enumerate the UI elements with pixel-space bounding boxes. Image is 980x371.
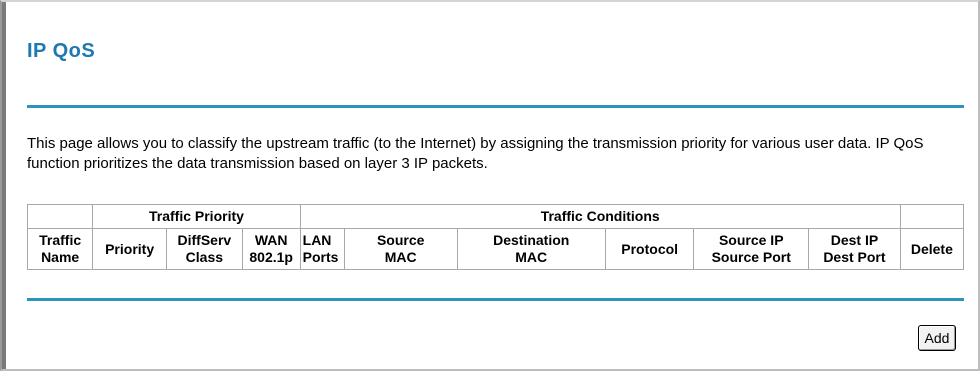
add-button[interactable]: Add <box>918 325 956 351</box>
column-header-traffic-name: Traffic Name <box>26 228 94 270</box>
column-header-delete: Delete <box>899 228 965 270</box>
column-header-protocol: Protocol <box>604 228 695 270</box>
column-header-priority: Priority <box>92 228 167 270</box>
group-header-traffic-conditions: Traffic Conditions <box>299 204 901 229</box>
panel-left-border <box>2 2 6 369</box>
group-header-empty-right <box>899 204 965 229</box>
column-header-source-mac: Source MAC <box>343 228 458 270</box>
table-column-header-row: Traffic Name Priority DiffServ Class WAN 80… <box>26 228 965 270</box>
qos-panel: IP QoS This page allows you to classify … <box>0 0 980 371</box>
column-header-wan-8021p: WAN 802.1p <box>241 228 301 270</box>
title-divider <box>27 105 964 108</box>
column-header-diffserv-class: DiffServ Class <box>165 228 243 270</box>
column-header-source-ip-port: Source IP Source Port <box>693 228 810 270</box>
column-header-lan-ports: LAN Ports <box>299 228 345 270</box>
page-description: This page allows you to classify the ups… <box>27 135 924 172</box>
qos-rules-table: Traffic Priority Traffic Conditions Traf… <box>26 204 965 270</box>
table-group-header-row: Traffic Priority Traffic Conditions <box>26 204 965 229</box>
column-header-destination-mac: Destination MAC <box>456 228 606 270</box>
page-title: IP QoS <box>27 40 96 62</box>
column-header-dest-ip-port: Dest IP Dest Port <box>808 228 901 270</box>
table-divider <box>27 298 964 301</box>
group-header-empty <box>26 204 94 229</box>
group-header-traffic-priority: Traffic Priority <box>92 204 301 229</box>
